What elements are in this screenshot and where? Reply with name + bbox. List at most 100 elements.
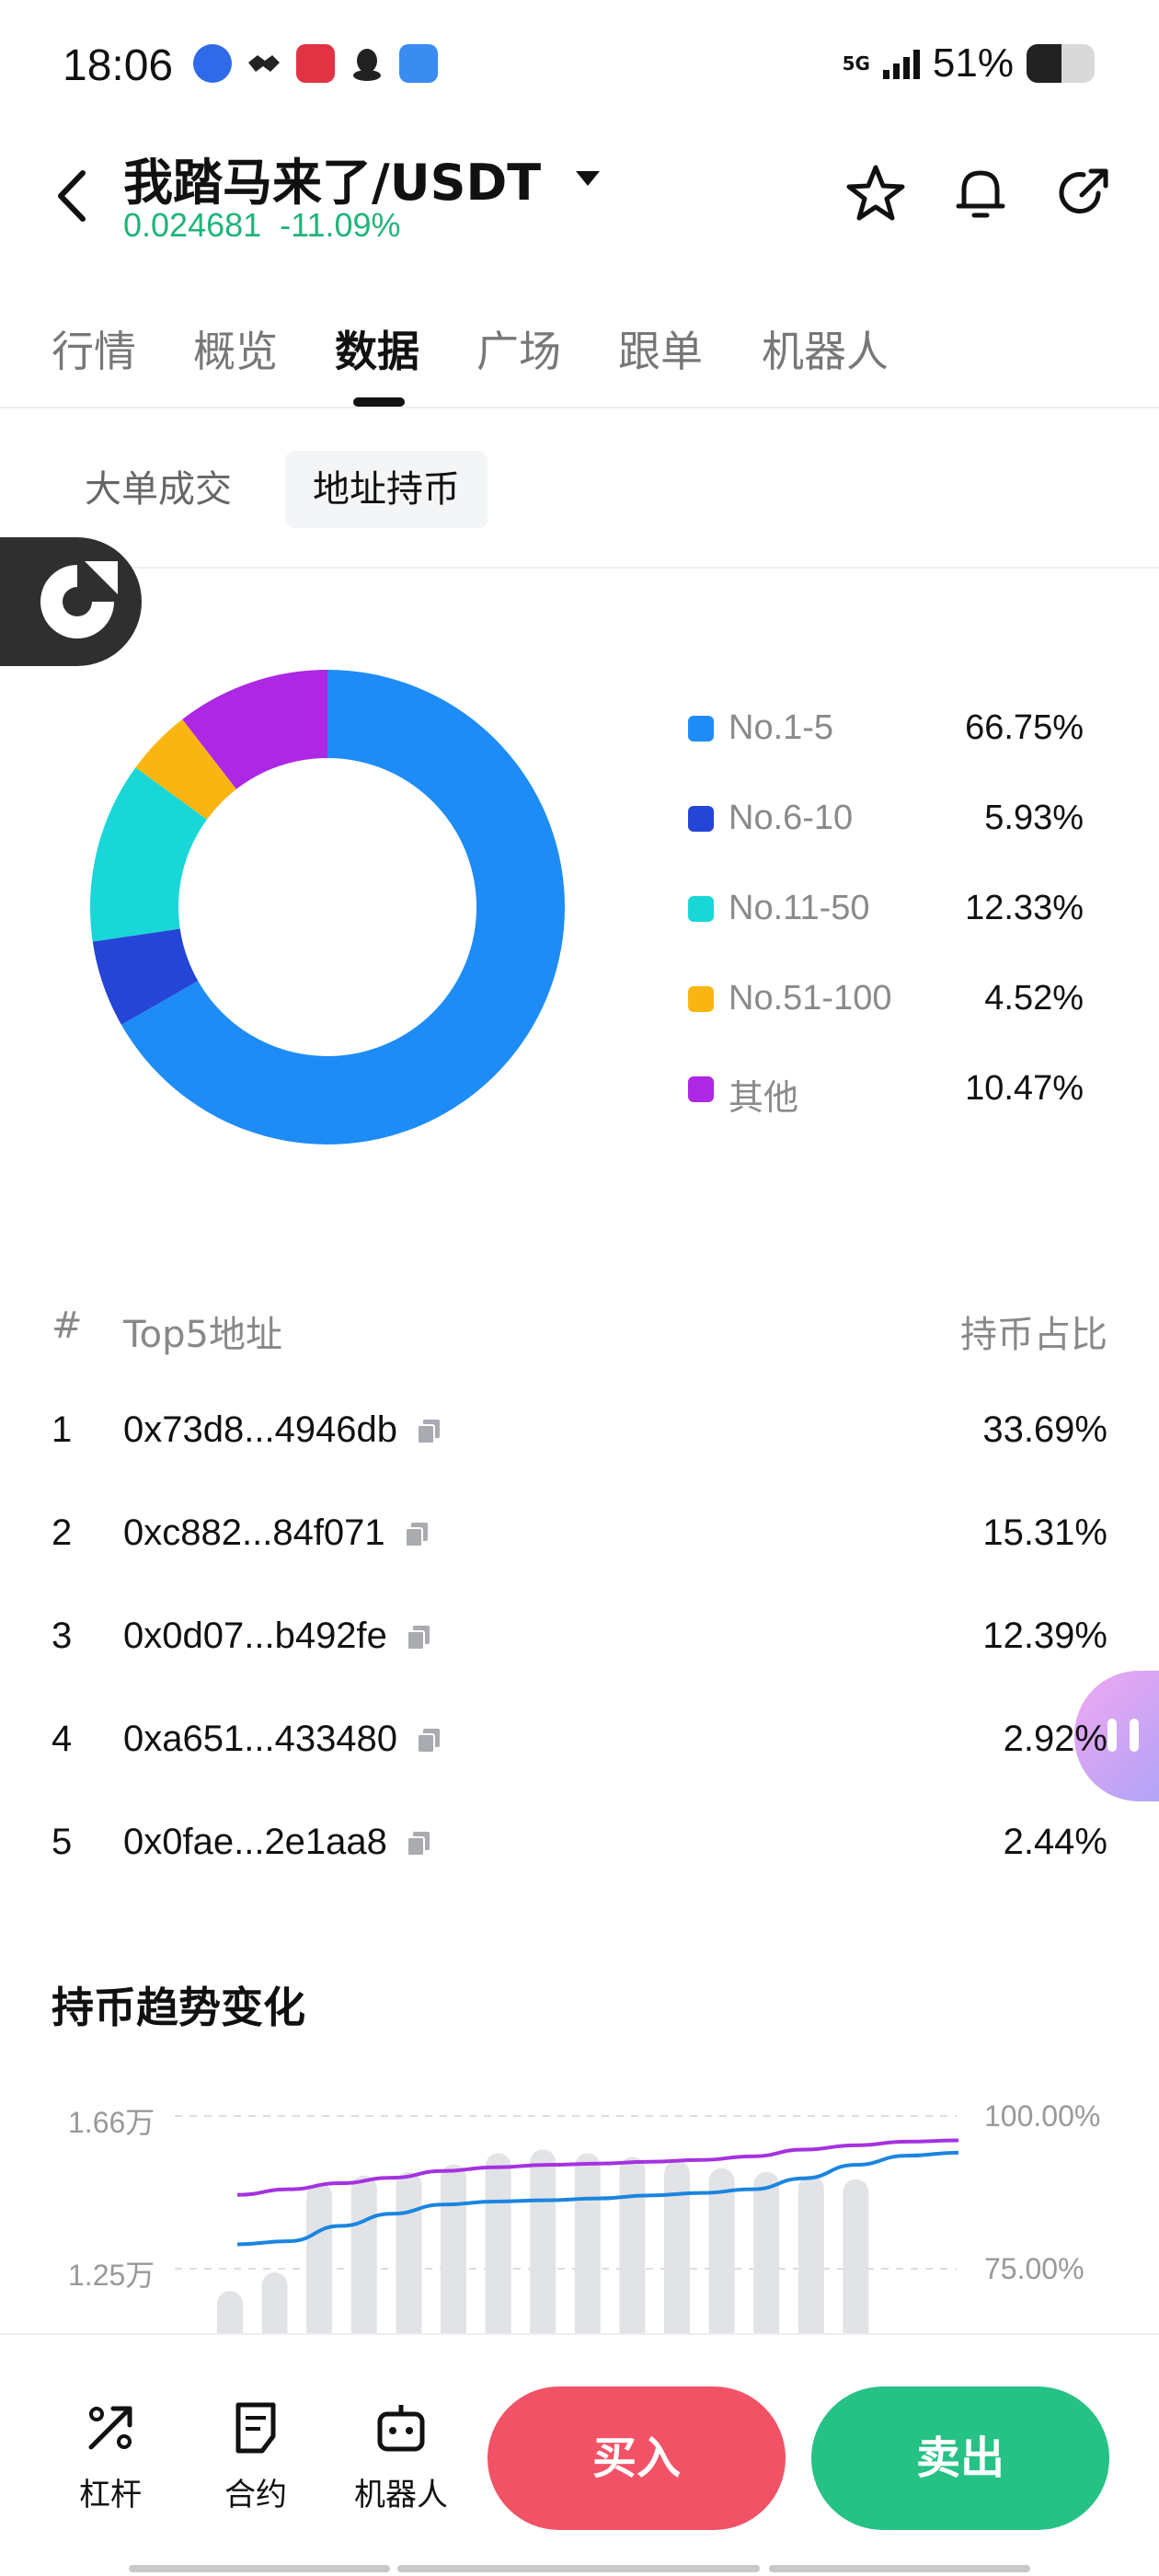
holding-trend-chart: 1.66万 1.25万 100.00% 75.00%	[37, 2088, 1141, 2333]
legend-label: No.6-10	[729, 799, 854, 837]
tab-data[interactable]: 数据	[335, 318, 419, 379]
contract-button[interactable]: 合约	[201, 2399, 311, 2514]
price-line: 0.024681 -11.09%	[123, 206, 401, 245]
row-index: 5	[52, 1822, 73, 1862]
bot-button[interactable]: 机器人	[346, 2399, 456, 2514]
row-ratio: 2.44%	[1003, 1822, 1107, 1862]
trend-bar	[261, 2272, 288, 2333]
copy-icon[interactable]	[402, 1519, 431, 1548]
row-address: 0x73d8...4946db	[123, 1409, 398, 1450]
floating-widget-button[interactable]	[0, 537, 142, 666]
pie-refresh-icon	[40, 561, 118, 638]
legend-label: No.51-100	[729, 979, 892, 1018]
tab-square[interactable]: 广场	[476, 318, 561, 379]
row-address-cell: 0x0fae...2e1aa8	[123, 1822, 433, 1863]
row-ratio: 2.92%	[1003, 1719, 1107, 1759]
leverage-button[interactable]: 杠杆	[55, 2399, 166, 2514]
table-row: 5 0x0fae...2e1aa8 2.44%	[0, 1812, 1159, 1877]
trend-bar	[441, 2164, 466, 2333]
buy-button[interactable]: 买入	[488, 2386, 786, 2530]
signal-icon	[882, 48, 920, 79]
subtab-large-trades[interactable]: 大单成交	[57, 451, 259, 528]
leverage-label: 杠杆	[79, 2477, 142, 2513]
star-icon[interactable]	[844, 162, 907, 224]
back-icon[interactable]	[50, 166, 96, 226]
legend-item: No.1-5 66.75%	[688, 701, 1084, 756]
table-row: 2 0xc882...84f071 15.31%	[0, 1503, 1159, 1568]
share-icon[interactable]	[1052, 162, 1115, 224]
bell-icon[interactable]	[949, 162, 1012, 224]
copy-icon[interactable]	[414, 1725, 443, 1754]
row-address-cell: 0xc882...84f071	[123, 1512, 431, 1554]
price-change: -11.09%	[280, 206, 401, 244]
trend-bar	[350, 2175, 377, 2333]
caret-down-icon[interactable]	[572, 162, 603, 193]
battery-fill	[1027, 44, 1061, 83]
status-time: 18:06	[63, 41, 174, 90]
row-ratio: 15.31%	[982, 1512, 1107, 1553]
row-index: 1	[52, 1409, 73, 1450]
legend-label: 其他	[729, 1079, 799, 1118]
trend-bar	[396, 2171, 422, 2333]
row-address: 0x0fae...2e1aa8	[123, 1822, 387, 1862]
table-row: 4 0xa651...433480 2.92%	[0, 1709, 1159, 1774]
tab-overview[interactable]: 概览	[193, 318, 278, 379]
contract-label: 合约	[224, 2477, 287, 2513]
legend-swatch	[688, 986, 714, 1012]
bottom-action-bar: 杠杆 合约 机器人 买入 卖出	[0, 2333, 1159, 2576]
row-index: 3	[52, 1616, 73, 1656]
legend-value: 66.75%	[965, 708, 1084, 747]
legend-item: 其他 10.47%	[688, 1062, 1084, 1118]
trend-bar	[574, 2153, 601, 2333]
legend-swatch	[688, 716, 714, 742]
sub-tabs: 大单成交 地址持币	[0, 408, 1159, 569]
active-tab-indicator	[353, 397, 405, 407]
row-address-cell: 0x73d8...4946db	[123, 1409, 443, 1451]
tab-market[interactable]: 行情	[52, 318, 136, 379]
tab-bot[interactable]: 机器人	[762, 318, 889, 379]
trend-bar	[217, 2291, 243, 2333]
network-type: 5G	[842, 52, 870, 75]
trend-bar	[619, 2156, 646, 2333]
handshake-icon	[245, 44, 283, 83]
table-row: 3 0x0d07...b492fe 12.39%	[0, 1606, 1159, 1671]
leverage-icon	[88, 2406, 132, 2450]
legend-item: No.11-50 12.33%	[688, 881, 1084, 937]
app-notification-icon	[399, 44, 438, 83]
y-tick-left: 1.25万	[68, 2259, 155, 2292]
copy-icon[interactable]	[414, 1416, 443, 1445]
copy-icon[interactable]	[404, 1622, 433, 1651]
robot-icon	[377, 2405, 425, 2452]
sell-button[interactable]: 卖出	[811, 2386, 1109, 2530]
y-tick-right: 100.00%	[984, 2099, 1101, 2133]
holdings-donut-chart	[90, 670, 565, 1144]
app-notification-icon	[193, 44, 232, 83]
contract-icon	[235, 2402, 276, 2454]
top5-table-header: # Top5地址 持币占比	[0, 1299, 1159, 1356]
trend-bar	[664, 2160, 690, 2333]
legend-item: No.6-10 5.93%	[688, 791, 1084, 846]
column-header-address: Top5地址	[123, 1314, 282, 1356]
table-row: 1 0x73d8...4946db 33.69%	[0, 1400, 1159, 1465]
last-price: 0.024681	[123, 206, 262, 244]
bot-label: 机器人	[354, 2477, 448, 2513]
trend-bar	[306, 2182, 333, 2333]
legend-swatch	[688, 896, 714, 922]
tab-copy-trade[interactable]: 跟单	[618, 318, 703, 379]
trend-bar	[753, 2171, 780, 2333]
battery-icon	[1027, 44, 1095, 83]
y-tick-left: 1.66万	[68, 2106, 155, 2139]
qq-icon	[348, 44, 386, 83]
nav-indicator	[397, 2565, 760, 2572]
pair-header: 我踏马来了/USDT 0.024681 -11.09%	[0, 138, 1159, 276]
copy-icon[interactable]	[404, 1828, 433, 1857]
pair-title[interactable]: 我踏马来了/USDT	[123, 142, 541, 214]
row-address: 0xa651...433480	[123, 1719, 398, 1759]
row-ratio: 33.69%	[982, 1409, 1107, 1450]
tiktok-icon	[296, 44, 335, 83]
subtab-address-holdings[interactable]: 地址持币	[285, 451, 488, 528]
column-header-ratio: 持币占比	[960, 1314, 1107, 1356]
row-address-cell: 0x0d07...b492fe	[123, 1616, 433, 1657]
legend-swatch	[688, 1076, 714, 1102]
legend-value: 12.33%	[965, 889, 1084, 927]
